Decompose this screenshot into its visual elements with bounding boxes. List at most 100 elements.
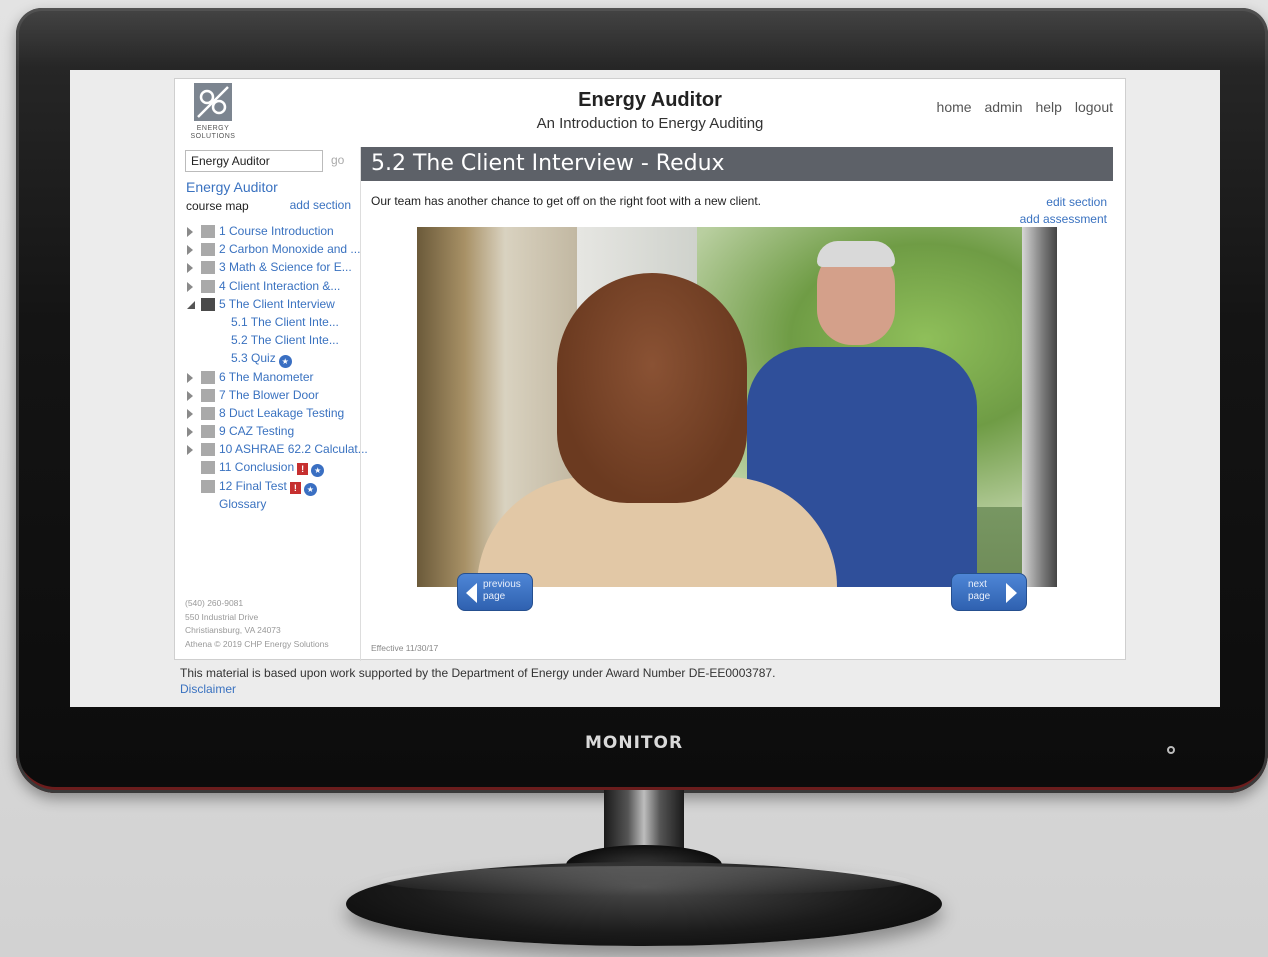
tree-item-final-test[interactable]: 12 Final Test! ★ [219,479,317,496]
tree-subitem[interactable]: 5.3 Quiz ★ [185,350,361,369]
tree-subitem-label[interactable]: 5.3 Quiz [231,351,276,365]
course-map-label: course map [186,199,249,213]
logo[interactable]: ENERGY SOLUTIONS [185,83,241,145]
previous-line1: previous [483,579,521,590]
tree-item-label[interactable]: 7 The Blower Door [219,388,319,402]
next-page-label: next page [968,579,1008,603]
search-input[interactable] [185,150,323,172]
nav-admin-link[interactable]: admin [984,99,1022,115]
logo-text-line2: SOLUTIONS [190,133,236,140]
tree-item-label[interactable]: 9 CAZ Testing [219,424,294,438]
add-assessment-link[interactable]: add assessment [1020,211,1107,228]
arrow-left-icon [466,583,477,603]
tree-item[interactable]: 12 Final Test! ★ [185,478,361,496]
address-street: 550 Industrial Drive [185,611,259,622]
tree-item[interactable]: 3 Math & Science for E... [185,259,361,277]
go-button[interactable]: go [331,153,344,167]
tree-subitem[interactable]: 5.1 The Client Inte... [185,314,361,332]
expand-icon[interactable] [187,281,193,292]
next-page-button[interactable]: next page [951,573,1027,611]
tree-item-label[interactable]: 12 Final Test [219,479,287,493]
logo-text-line1: ENERGY [196,125,230,132]
tree-item-label[interactable]: 11 Conclusion [219,460,294,474]
tree-subitem[interactable]: 5.2 The Client Inte... [185,332,361,350]
intro-text: Our team has another chance to get off o… [371,194,762,208]
tree-item-label[interactable]: 1 Course Introduction [219,224,334,238]
video-man-hair [817,241,895,267]
book-icon [201,279,215,293]
video-door-frame [1022,227,1057,587]
nav-help-link[interactable]: help [1035,99,1061,115]
tree-item[interactable]: 9 CAZ Testing [185,423,361,441]
video-player[interactable] [417,227,1057,587]
previous-page-button[interactable]: previous page [457,573,533,611]
expand-icon[interactable] [187,445,193,456]
page-heading: 5.2 The Client Interview - Redux [361,147,1113,181]
tree-item[interactable]: 11 Conclusion! ★ [185,459,361,478]
tree-subitem-quiz[interactable]: 5.3 Quiz ★ [231,351,292,369]
tree-item[interactable]: 7 The Blower Door [185,387,361,405]
course-tree: 1 Course Introduction 2 Carbon Monoxide … [185,223,368,514]
expand-icon[interactable] [187,372,193,383]
title-block: Energy Auditor An Introduction to Energy… [425,89,875,132]
tree-item[interactable]: 1 Course Introduction [185,223,361,241]
add-section-link[interactable]: add section [290,198,351,212]
monitor-neck [604,790,684,850]
tree-subitem-label[interactable]: 5.2 The Client Inte... [231,333,339,347]
expand-icon[interactable] [187,390,193,401]
tree-item[interactable]: 4 Client Interaction &... [185,278,361,296]
tree-subitem-label[interactable]: 5.1 The Client Inte... [231,315,339,329]
tree-item-conclusion[interactable]: 11 Conclusion! ★ [219,460,325,478]
tree-item[interactable]: 8 Duct Leakage Testing [185,405,361,423]
monitor-brand: MONITOR [584,733,684,753]
book-icon [201,225,215,238]
sidebar: go Energy Auditor course map add section… [175,147,368,661]
energy-solutions-logo-icon [194,83,232,121]
tree-item-label[interactable]: 4 Client Interaction &... [219,279,340,293]
glossary-item[interactable]: Glossary [185,496,361,514]
tree-item-label[interactable]: 6 The Manometer [219,370,314,384]
course-page: ENERGY SOLUTIONS Energy Auditor An Intro… [174,78,1126,661]
tree-item[interactable]: 6 The Manometer [185,369,361,387]
book-icon [201,388,215,402]
expand-icon[interactable] [187,227,193,237]
nav-logout-link[interactable]: logout [1075,99,1113,115]
tree-item-label[interactable]: 2 Carbon Monoxide and ... [219,242,360,256]
tree-item-label[interactable]: 5 The Client Interview [219,297,335,311]
book-open-icon [201,297,215,311]
expand-icon[interactable] [187,245,193,256]
edit-section-link[interactable]: edit section [1020,194,1107,211]
app-subtitle: An Introduction to Energy Auditing [536,115,764,132]
bezel-shine [16,8,1268,68]
tree-item[interactable]: 2 Carbon Monoxide and ... [185,241,361,259]
collapse-icon[interactable] [187,300,195,309]
arrow-right-icon [1006,583,1017,603]
screen: ENERGY SOLUTIONS Energy Auditor An Intro… [70,70,1220,707]
app-title: Energy Auditor [578,89,722,111]
nav-home-link[interactable]: home [937,99,972,115]
tree-item-label[interactable]: 3 Math & Science for E... [219,260,352,274]
disclaimer-link[interactable]: Disclaimer [180,682,236,696]
address-phone: (540) 260-9081 [185,598,244,608]
star-badge-icon: ★ [311,464,325,478]
tree-item-label[interactable]: 8 Duct Leakage Testing [219,406,344,420]
video-woman-hair [557,273,747,503]
book-icon [201,479,215,493]
book-icon [201,261,215,275]
book-icon [201,370,215,384]
tree-item[interactable]: 10 ASHRAE 62.2 Calculat... [185,441,368,459]
expand-icon[interactable] [187,408,193,419]
power-icon [1167,746,1175,754]
book-icon [201,406,215,420]
effective-date: Effective 11/30/17 [371,643,439,653]
book-icon [201,461,215,475]
next-line2: page [968,591,991,602]
expand-icon[interactable] [187,263,193,274]
tree-item-current-section[interactable]: 5 The Client Interview [185,296,361,314]
expand-icon[interactable] [187,427,193,438]
star-badge-icon: ★ [278,355,292,369]
stand-shine [380,866,910,896]
glossary-link[interactable]: Glossary [219,497,266,511]
tree-item-label[interactable]: 10 ASHRAE 62.2 Calculat... [219,442,368,456]
course-link[interactable]: Energy Auditor [186,179,278,195]
